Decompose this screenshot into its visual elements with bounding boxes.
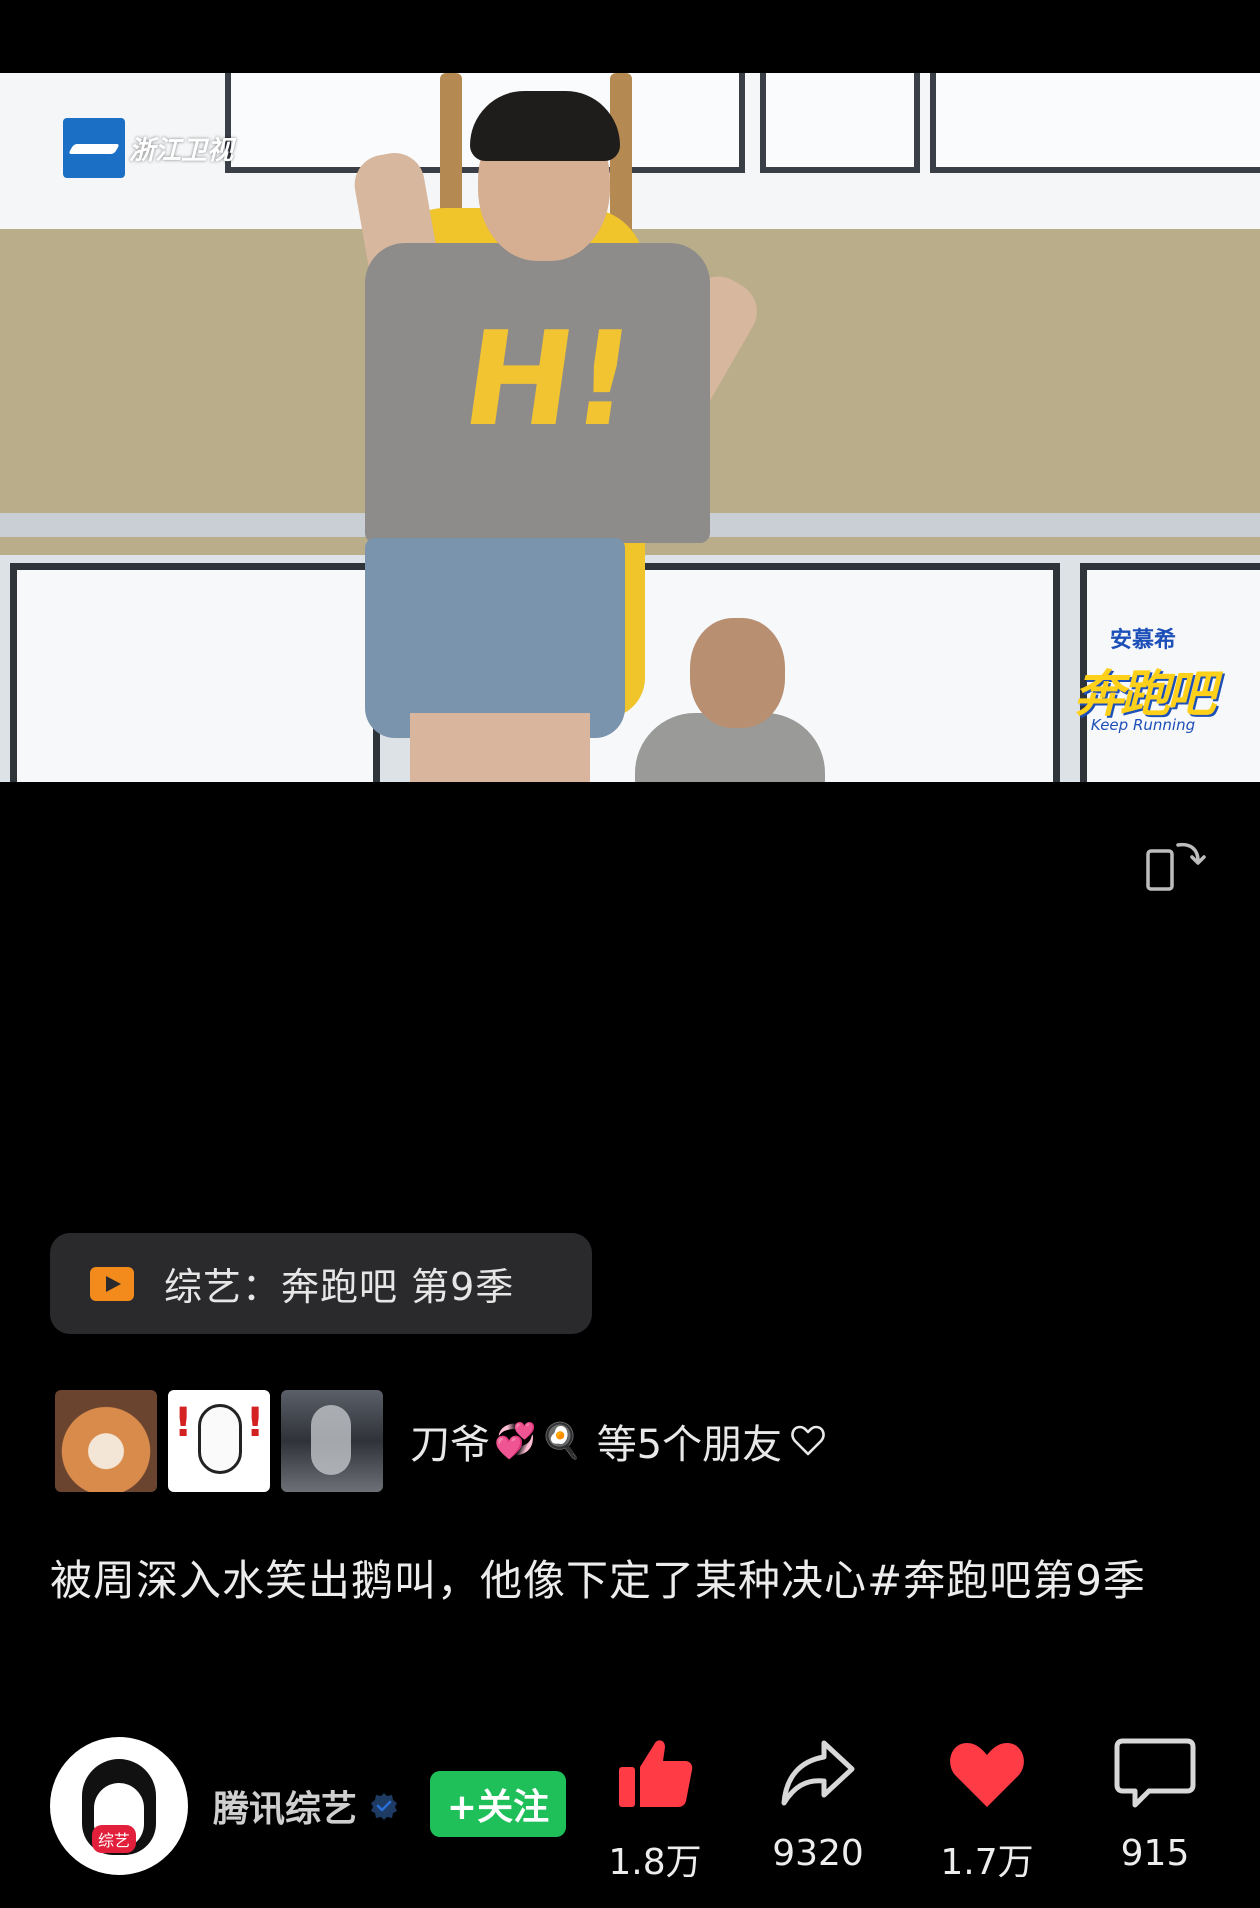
frying-pan-emoji: 🍳 (540, 1421, 583, 1461)
friend-avatar-corgi[interactable] (55, 1390, 157, 1492)
channel-logo: 浙江卫视 (63, 118, 233, 178)
play-icon (90, 1266, 134, 1301)
friend-avatar-cartoon[interactable]: ! ! (168, 1390, 270, 1492)
show-link-pill[interactable]: 综艺：奔跑吧 第9季 (50, 1233, 592, 1334)
window-pane (930, 73, 1260, 173)
tiger-figure (311, 1405, 351, 1475)
friends-liked-row[interactable]: ! ! 刀爷 💞 🍳 等5个朋友 (55, 1390, 826, 1492)
author-avatar[interactable]: 综艺 (50, 1737, 188, 1875)
favorite-button[interactable]: 1.7万 (932, 1733, 1042, 1885)
channel-mark-icon (63, 118, 125, 178)
hearts-emoji: 💞 (494, 1421, 537, 1461)
avatar-badge: 综艺 (92, 1825, 137, 1853)
share-count: 9320 (772, 1833, 864, 1874)
heart-icon (950, 1743, 1024, 1807)
author-name: 腾讯综艺 (213, 1789, 358, 1830)
comment-button[interactable]: 915 (1100, 1733, 1210, 1874)
thumb-up-icon (619, 1740, 693, 1807)
cartoon-figure (198, 1404, 242, 1474)
video-player[interactable]: H! 浙江卫视 安慕希 奔跑吧 Keep Running (0, 73, 1260, 782)
like-button[interactable]: 1.8万 (600, 1733, 710, 1885)
share-icon (781, 1740, 855, 1806)
friends-text: 刀爷 💞 🍳 等5个朋友 (410, 1412, 826, 1470)
favorite-count: 1.7万 (940, 1842, 1034, 1883)
like-count: 1.8万 (608, 1842, 702, 1883)
show-logo-sub: Keep Running (1090, 716, 1196, 734)
exclaim-icon: ! (174, 1400, 193, 1446)
person-shirt: H! (365, 243, 710, 543)
channel-name: 浙江卫视 (129, 135, 234, 166)
friend-avatar-tiger[interactable] (281, 1390, 383, 1492)
verified-icon (371, 1793, 398, 1820)
friends-count-text: 等5个朋友 (596, 1422, 783, 1468)
follow-button[interactable]: +关注 (430, 1771, 566, 1837)
window-pane (760, 73, 920, 173)
exclaim-icon: ! (246, 1400, 265, 1446)
shirt-text: H! (454, 303, 644, 455)
show-link-label: 综艺：奔跑吧 第9季 (164, 1265, 515, 1309)
window-pane (10, 563, 380, 782)
show-watermark: 安慕希 奔跑吧 Keep Running (1074, 622, 1216, 734)
person-legs (410, 713, 590, 782)
person-hair (470, 91, 620, 161)
video-description[interactable]: 被周深入水笑出鹅叫，他像下定了某种决心#奔跑吧第9季 (50, 1548, 1210, 1614)
share-button[interactable]: 9320 (763, 1733, 873, 1874)
author-info[interactable]: 腾讯综艺 (213, 1780, 399, 1832)
heart-outline-icon (791, 1425, 825, 1456)
person-shorts (365, 538, 625, 738)
comment-icon (1114, 1738, 1196, 1808)
rotate-screen-icon[interactable] (1144, 835, 1206, 897)
sponsor-text: 安慕希 (1109, 628, 1176, 653)
comment-count: 915 (1120, 1833, 1190, 1874)
friend-name: 刀爷 (410, 1422, 490, 1468)
second-person-head (690, 618, 785, 728)
